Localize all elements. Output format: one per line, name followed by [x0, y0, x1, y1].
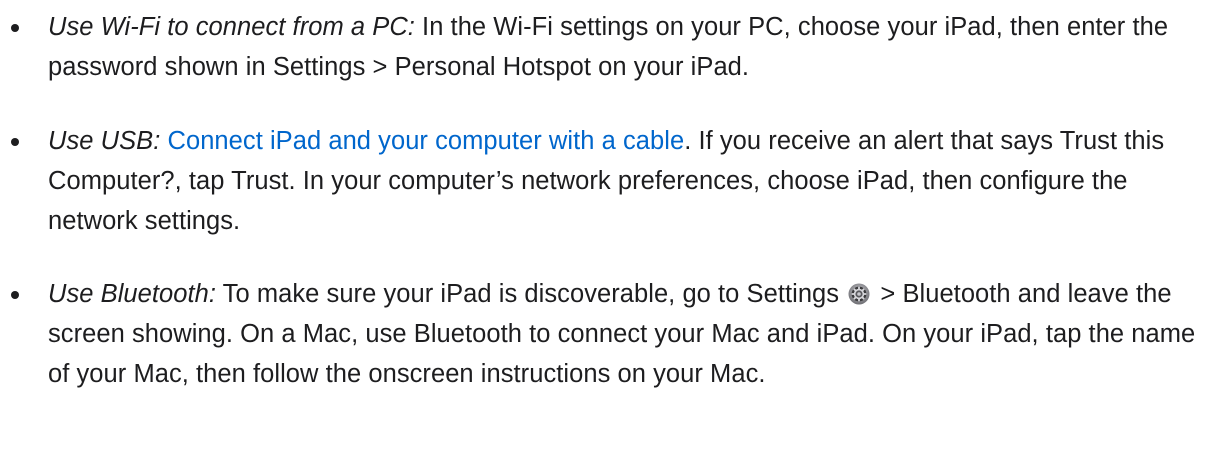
document-body: Use Wi-Fi to connect from a PC: In the W… [0, 7, 1211, 460]
bluetooth-lead: Use Bluetooth: [48, 280, 216, 308]
list-item-wifi: Use Wi-Fi to connect from a PC: In the W… [0, 7, 1211, 87]
usb-lead: Use USB: [48, 127, 161, 155]
settings-gear-icon [848, 283, 870, 305]
connect-with-cable-link[interactable]: Connect iPad and your computer with a ca… [168, 127, 685, 155]
connection-methods-list: Use Wi-Fi to connect from a PC: In the W… [0, 7, 1211, 394]
bluetooth-text-before: To make sure your iPad is discoverable, … [215, 280, 840, 308]
list-item-usb: Use USB: Connect iPad and your computer … [0, 121, 1211, 241]
list-item-bluetooth: Use Bluetooth: To make sure your iPad is… [0, 274, 1211, 394]
wifi-lead: Use Wi-Fi to connect from a PC: [48, 13, 415, 41]
